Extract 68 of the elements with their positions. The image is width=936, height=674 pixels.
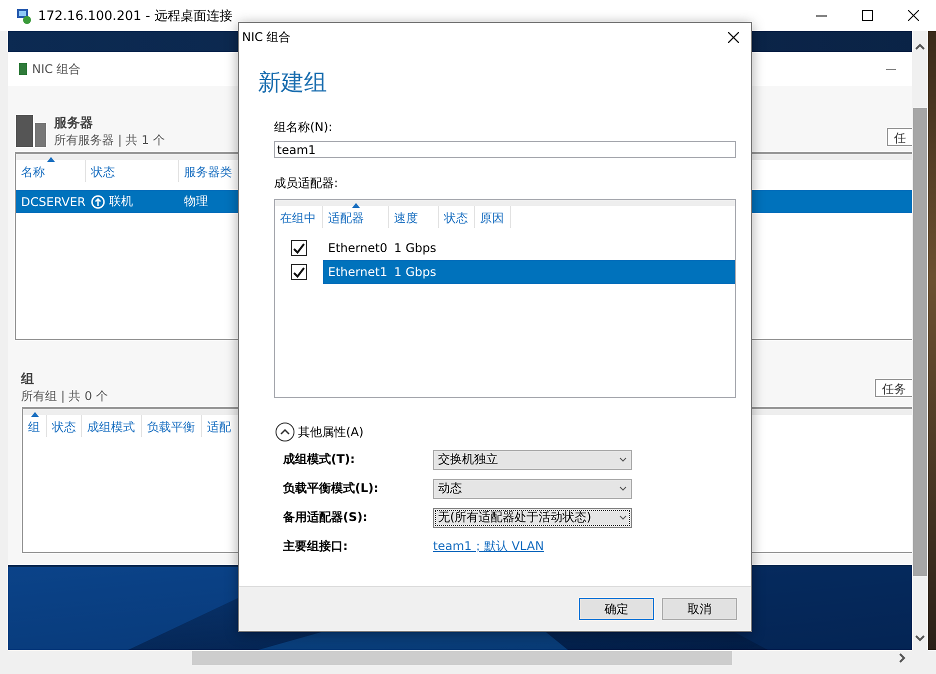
column-header[interactable]: 状态: [86, 160, 179, 182]
section-subtitle: 所有服务器 | 共 1 个: [54, 132, 165, 149]
column-header[interactable]: 组: [23, 415, 47, 437]
close-icon: [728, 32, 738, 42]
window-title: 172.16.100.201 - 远程桌面连接: [38, 8, 232, 24]
adapter-speed: 1 Gbps: [393, 241, 438, 255]
server-icon: [16, 115, 46, 147]
scrollbar-thumb[interactable]: [913, 108, 927, 576]
checkbox[interactable]: [291, 264, 307, 280]
adapter-name: Ethernet1: [327, 265, 388, 279]
chevron-circle-icon: [275, 422, 295, 442]
adapter-row[interactable]: Ethernet0 1 Gbps: [323, 236, 735, 260]
column-header[interactable]: 原因: [475, 206, 511, 228]
scroll-right-icon: [898, 653, 906, 663]
server-status: 联机: [109, 193, 133, 210]
interface-link[interactable]: team1；默认 VLAN: [433, 538, 544, 555]
column-header[interactable]: 适配器: [323, 206, 389, 228]
app-title: NIC 组合: [32, 60, 81, 78]
dialog-title: NIC 组合: [242, 28, 291, 46]
dropdown[interactable]: 动态: [433, 478, 632, 498]
sort-arrow-icon: [30, 412, 38, 417]
dialog-button[interactable]: 取消: [662, 598, 737, 620]
field-label: 成员适配器:: [274, 175, 340, 192]
dialog-button[interactable]: 确定: [579, 598, 654, 620]
check-icon: [293, 266, 305, 278]
column-header[interactable]: 成组模式: [82, 415, 142, 437]
check-icon: [293, 242, 305, 254]
property-label: 备用适配器(S):: [283, 509, 368, 526]
minimize-icon[interactable]: [886, 68, 896, 70]
dropdown[interactable]: 无(所有适配器处于活动状态): [433, 508, 632, 528]
dropdown[interactable]: 交换机独立: [433, 450, 632, 470]
online-icon: [91, 194, 105, 208]
scroll-down-icon: [915, 634, 925, 642]
expander-button[interactable]: 其他属性(A): [275, 422, 736, 442]
chevron-down-icon: [619, 486, 627, 491]
app-icon: [18, 62, 28, 76]
section-subtitle: 所有组 | 共 0 个: [21, 388, 108, 405]
adapter-speed: 1 Gbps: [393, 265, 438, 279]
column-header[interactable]: 负载平衡: [142, 415, 202, 437]
chevron-down-icon: [619, 515, 627, 520]
server-type: 物理: [183, 193, 209, 210]
property-label: 主要组接口:: [283, 538, 349, 555]
server-name: DCSERVER: [20, 194, 86, 208]
adapter-row[interactable]: Ethernet1 1 Gbps: [323, 260, 735, 284]
tasks-button[interactable]: 任务: [875, 379, 912, 397]
column-header[interactable]: 状态: [439, 206, 475, 228]
tasks-button[interactable]: 任: [887, 128, 912, 146]
property-label: 负载平衡模式(L):: [283, 480, 380, 497]
column-header[interactable]: 在组中: [275, 206, 323, 228]
close-icon: [908, 10, 918, 21]
checkbox[interactable]: [291, 240, 307, 256]
remote-desktop-icon: [16, 8, 32, 24]
maximize-icon: [862, 10, 872, 21]
column-header[interactable]: 状态: [47, 415, 82, 437]
input-field[interactable]: team1: [274, 141, 736, 158]
section-title: 组: [21, 371, 35, 388]
dialog-heading: 新建组: [258, 69, 328, 98]
scroll-up-icon: [915, 43, 925, 51]
column-header[interactable]: 名称: [16, 160, 86, 182]
chevron-down-icon: [619, 457, 627, 462]
field-label: 组名称(N):: [274, 119, 334, 136]
sort-arrow-icon: [352, 203, 360, 208]
column-header[interactable]: 速度: [389, 206, 439, 228]
property-label: 成组模式(T):: [283, 451, 356, 468]
adapter-name: Ethernet0: [327, 241, 388, 255]
section-title: 服务器: [54, 115, 94, 132]
scrollbar-thumb[interactable]: [192, 651, 732, 665]
sort-arrow-icon: [46, 157, 54, 162]
